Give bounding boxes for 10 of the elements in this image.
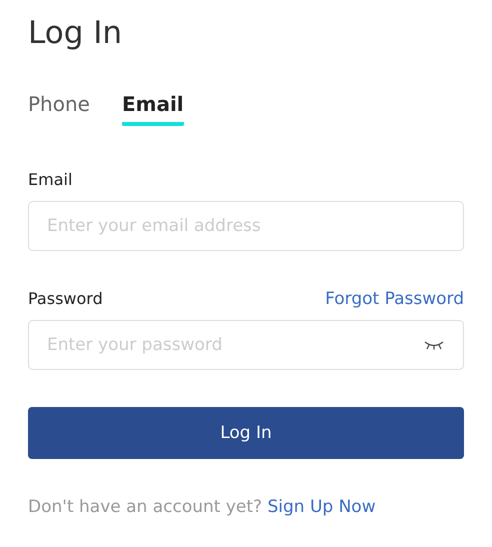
forgot-password-link[interactable]: Forgot Password	[325, 289, 464, 309]
signup-link[interactable]: Sign Up Now	[267, 497, 376, 517]
tab[interactable]: Phone	[28, 92, 90, 126]
field-label: Email	[28, 170, 74, 189]
signup-prompt: Don't have an account yet? Sign Up Now	[28, 497, 377, 517]
field-label: Password	[28, 289, 103, 308]
tab[interactable]: Email	[122, 92, 184, 126]
login-button[interactable]: Log In	[28, 407, 464, 459]
page-title: Log In	[28, 14, 124, 53]
closed-eye-icon[interactable]	[424, 340, 444, 350]
